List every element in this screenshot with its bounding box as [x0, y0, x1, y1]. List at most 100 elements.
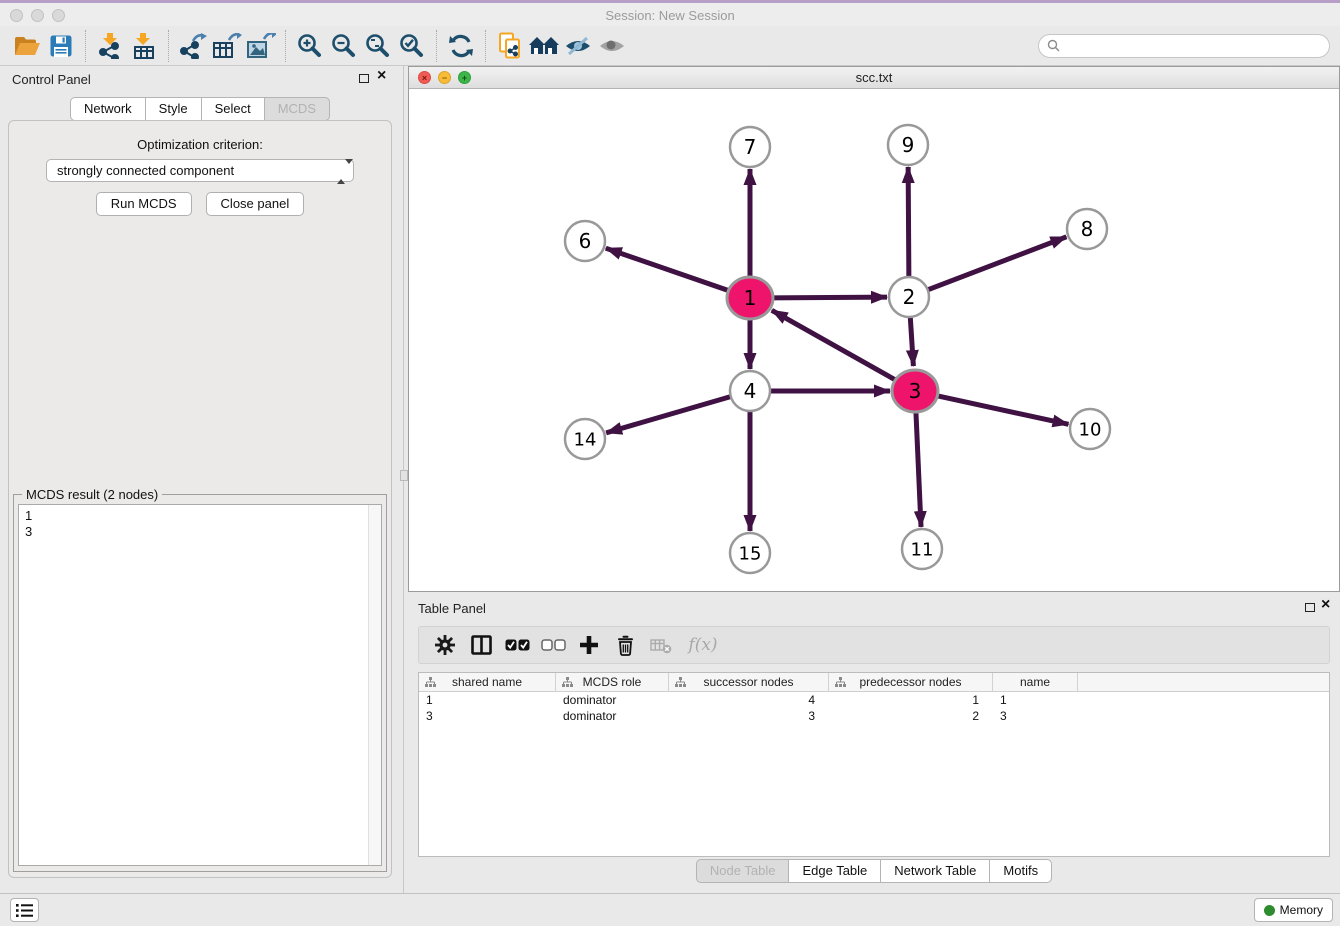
- tab-network[interactable]: Network: [70, 97, 146, 121]
- unchecked-boxes-icon: [541, 639, 566, 651]
- column-header-successor-nodes[interactable]: successor nodes: [669, 673, 829, 691]
- close-panel-icon[interactable]: ×: [377, 67, 386, 85]
- table-tab-motifs[interactable]: Motifs: [989, 859, 1052, 883]
- search-field[interactable]: [1038, 34, 1330, 58]
- svg-text:4: 4: [744, 379, 757, 403]
- import-network-button[interactable]: [93, 29, 127, 63]
- column-header-predecessor-nodes[interactable]: predecessor nodes: [829, 673, 993, 691]
- column-label: name: [1020, 675, 1050, 689]
- float-panel-icon[interactable]: [359, 74, 369, 83]
- run-mcds-button[interactable]: Run MCDS: [96, 192, 192, 216]
- export-image-button[interactable]: [244, 29, 278, 63]
- table-cell[interactable]: dominator: [556, 692, 669, 708]
- graph-node-2[interactable]: 2: [889, 277, 929, 317]
- import-table-button[interactable]: [127, 29, 161, 63]
- graph-node-9[interactable]: 9: [888, 125, 928, 165]
- table-cell[interactable]: 3: [669, 708, 829, 724]
- memory-status-icon: [1264, 905, 1275, 916]
- table-cell[interactable]: dominator: [556, 708, 669, 724]
- graph-node-8[interactable]: 8: [1067, 209, 1107, 249]
- export-table-button[interactable]: [210, 29, 244, 63]
- edge-4-14[interactable]: [606, 396, 733, 433]
- table-cell[interactable]: 1: [829, 692, 993, 708]
- graph-node-4[interactable]: 4: [730, 371, 770, 411]
- table-cell[interactable]: 1: [419, 692, 556, 708]
- table-row[interactable]: 1dominator411: [419, 692, 1329, 708]
- tab-style[interactable]: Style: [145, 97, 202, 121]
- table-cell[interactable]: 1: [993, 692, 1078, 708]
- zoom-in-button[interactable]: [293, 29, 327, 63]
- graph-node-10[interactable]: 10: [1070, 409, 1110, 449]
- trash-icon: [616, 635, 635, 656]
- task-history-button[interactable]: [10, 898, 39, 922]
- graph-node-1[interactable]: 1: [727, 277, 773, 319]
- select-all-button[interactable]: [499, 629, 535, 661]
- application-window: Session: New Session: [0, 0, 1340, 926]
- toolbar-separator: [285, 30, 286, 62]
- deselect-all-button[interactable]: [535, 629, 571, 661]
- memory-button[interactable]: Memory: [1254, 898, 1333, 922]
- column-label: successor nodes: [703, 675, 793, 689]
- edge-1-2[interactable]: [771, 297, 887, 298]
- criterion-dropdown[interactable]: strongly connected component: [46, 159, 354, 182]
- close-table-panel-icon[interactable]: ×: [1321, 596, 1330, 614]
- search-input[interactable]: [1065, 39, 1321, 53]
- table-cell[interactable]: 2: [829, 708, 993, 724]
- graph-node-14[interactable]: 14: [565, 419, 605, 459]
- function-builder-button[interactable]: f(x): [679, 629, 727, 661]
- first-neighbors-button[interactable]: [527, 29, 561, 63]
- copy-network-button[interactable]: [493, 29, 527, 63]
- node-table[interactable]: shared nameMCDS role successor nodes prede…: [418, 672, 1330, 857]
- column-visibility-button[interactable]: [463, 629, 499, 661]
- graph-node-6[interactable]: 6: [565, 221, 605, 261]
- delete-column-button[interactable]: [607, 629, 643, 661]
- edge-3-11[interactable]: [916, 412, 921, 527]
- table-settings-button[interactable]: [427, 629, 463, 661]
- tab-select[interactable]: Select: [201, 97, 265, 121]
- graph-node-7[interactable]: 7: [730, 127, 770, 167]
- open-session-button[interactable]: [10, 29, 44, 63]
- table-cell[interactable]: 3: [993, 708, 1078, 724]
- fx-icon: f(x): [688, 635, 717, 655]
- refresh-layout-button[interactable]: [444, 29, 478, 63]
- graph-node-15[interactable]: 15: [730, 533, 770, 573]
- column-header-name[interactable]: name: [993, 673, 1078, 691]
- edge-2-9[interactable]: [908, 167, 909, 279]
- export-network-button[interactable]: [176, 29, 210, 63]
- toolbar-separator: [85, 30, 86, 62]
- result-scrollbar[interactable]: [368, 505, 381, 865]
- edge-2-8[interactable]: [926, 237, 1067, 291]
- list-icon: [16, 903, 33, 918]
- show-all-button[interactable]: [595, 29, 629, 63]
- hide-selected-button[interactable]: [561, 29, 595, 63]
- float-table-panel-icon[interactable]: [1305, 603, 1315, 612]
- zoom-out-button[interactable]: [327, 29, 361, 63]
- delete-table-icon: [650, 636, 672, 654]
- search-icon: [1047, 39, 1060, 52]
- network-canvas[interactable]: 7 9 6 8 1 2 4 3 14 10 15 11: [409, 89, 1339, 591]
- table-cell[interactable]: 4: [669, 692, 829, 708]
- column-header-MCDS-role[interactable]: MCDS role: [556, 673, 669, 691]
- save-session-button[interactable]: [44, 29, 78, 63]
- table-row[interactable]: 3dominator323: [419, 708, 1329, 724]
- fit-content-button[interactable]: [361, 29, 395, 63]
- graph-node-3[interactable]: 3: [892, 370, 938, 412]
- edge-2-3[interactable]: [910, 315, 913, 366]
- table-tab-node-table[interactable]: Node Table: [696, 859, 790, 883]
- table-tab-edge-table[interactable]: Edge Table: [788, 859, 881, 883]
- table-cell[interactable]: 3: [419, 708, 556, 724]
- edge-3-1[interactable]: [772, 310, 897, 380]
- delete-table-button[interactable]: [643, 629, 679, 661]
- splitter-grip[interactable]: [400, 470, 408, 481]
- tab-mcds[interactable]: MCDS: [264, 97, 330, 121]
- edge-1-6[interactable]: [606, 248, 730, 291]
- close-panel-button[interactable]: Close panel: [206, 192, 305, 216]
- edge-3-10[interactable]: [936, 395, 1069, 424]
- table-tab-network-table[interactable]: Network Table: [880, 859, 990, 883]
- column-header-shared-name[interactable]: shared name: [419, 673, 556, 691]
- zoom-selected-button[interactable]: [395, 29, 429, 63]
- graph-node-11[interactable]: 11: [902, 529, 942, 569]
- mcds-result-list[interactable]: 1 3: [18, 504, 382, 866]
- add-column-button[interactable]: [571, 629, 607, 661]
- panel-splitter[interactable]: [400, 66, 408, 893]
